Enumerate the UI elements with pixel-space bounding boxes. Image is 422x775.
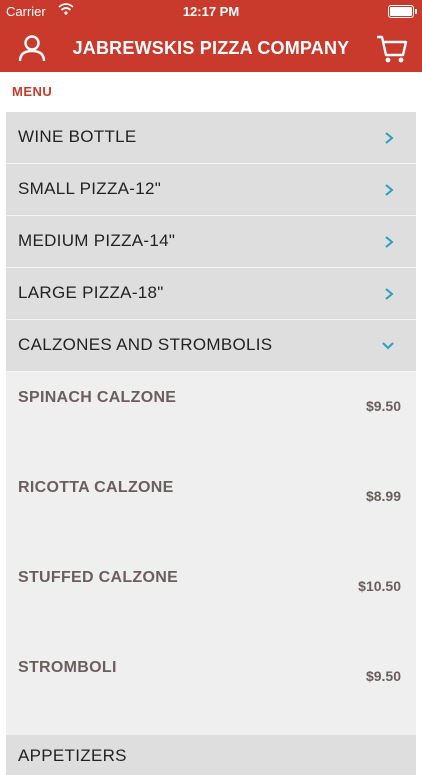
menu-section-label: MENU [12,84,53,99]
chevron-right-icon [385,132,394,144]
category-label: LARGE PIZZA-18" [18,283,164,302]
menu-item-price: $8.99 [365,488,401,504]
app-title: JABREWSKIS PIZZA COMPANY [72,38,350,58]
category-row-small-pizza[interactable]: SMALL PIZZA-12" [6,164,416,216]
menu-item-name: STUFFED CALZONE [18,569,179,586]
category-row-medium-pizza[interactable]: MEDIUM PIZZA-14" [6,216,416,268]
status-time: 12:17 PM [182,4,240,19]
app-header: Carrier 12:17 PM JABREWSKIS PIZZA COMPAN… [0,0,422,72]
category-label: WINE BOTTLE [18,127,137,146]
user-icon [18,35,46,62]
profile-button[interactable] [12,32,48,66]
menu-item-price: $9.50 [365,398,401,414]
category-label: APPETIZERS [18,746,127,765]
menu-item-row[interactable]: STUFFED CALZONE $10.50 [6,552,416,642]
cart-icon [377,35,408,63]
category-label: SMALL PIZZA-12" [18,179,162,198]
battery-icon [388,5,417,18]
menu-item-row[interactable]: SPINACH CALZONE $9.50 [6,372,416,462]
category-row-appetizers[interactable]: APPETIZERS [6,735,416,775]
chevron-down-icon [382,342,394,350]
menu-item-price: $10.50 [358,578,401,594]
category-row-wine-bottle[interactable]: WINE BOTTLE [6,112,416,164]
chevron-right-icon [385,184,394,196]
category-row-calzones-and-strombolis[interactable]: CALZONES AND STROMBOLIS [6,320,416,372]
menu-list: WINE BOTTLE SMALL PIZZA-12" MEDIUM PIZZA… [6,112,416,775]
cart-button[interactable] [372,32,412,66]
category-label: MEDIUM PIZZA-14" [18,231,176,250]
expanded-item-list: SPINACH CALZONE $9.50 RICOTTA CALZONE $8… [6,372,416,735]
menu-item-row[interactable]: RICOTTA CALZONE $8.99 [6,462,416,552]
menu-item-price: $9.50 [365,668,401,684]
menu-item-name: SPINACH CALZONE [18,389,177,406]
category-label: CALZONES AND STROMBOLIS [18,335,273,354]
status-bar: Carrier 12:17 PM [0,0,422,22]
category-row-large-pizza[interactable]: LARGE PIZZA-18" [6,268,416,320]
chevron-right-icon [385,288,394,300]
menu-item-row[interactable]: STROMBOLI $9.50 [6,642,416,732]
chevron-right-icon [385,236,394,248]
menu-item-name: RICOTTA CALZONE [18,479,174,496]
menu-item-name: STROMBOLI [18,659,117,676]
